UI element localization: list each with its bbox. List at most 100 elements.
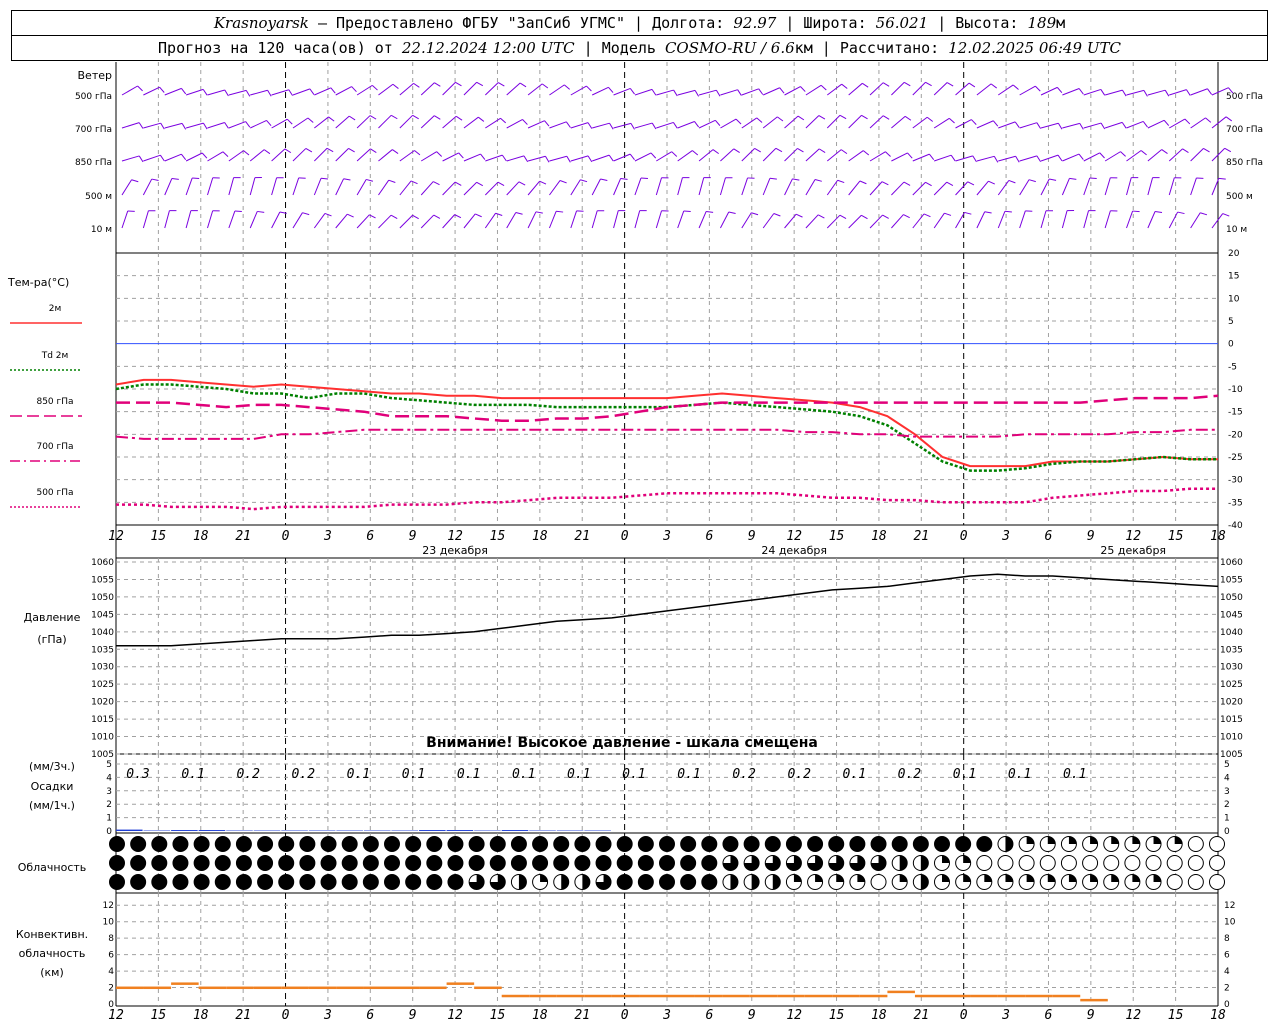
temp-series-line-4 — [116, 487, 1218, 511]
wind-barb-icon — [335, 86, 352, 96]
cloud-cover-icon — [320, 836, 337, 852]
cloud-cover-icon — [722, 874, 739, 890]
cloud-cover-icon — [532, 855, 549, 871]
cloud-fill — [638, 836, 654, 852]
temp-legend-label: 2м — [49, 304, 62, 314]
cloud-fill — [1153, 836, 1162, 844]
wind-barb-icon — [250, 89, 268, 96]
press-ytick-right: 1055 — [1220, 575, 1243, 585]
time-axis-bottom-tick-label: 6 — [1045, 1008, 1053, 1023]
cloud-cover-icon — [1209, 836, 1225, 852]
cloud-cover-icon — [595, 855, 612, 871]
wind-barb-icon — [313, 178, 322, 196]
wind-barb-icon — [549, 84, 565, 96]
wind-level-label-right: 700 гПа — [1226, 125, 1263, 135]
conv-bar — [391, 986, 420, 990]
wind-barb-icon — [506, 82, 521, 96]
wind-barb-icon — [692, 150, 699, 156]
cloud-cover-icon — [743, 855, 760, 871]
cloud-cover-icon — [1060, 855, 1077, 871]
cloud-fill — [772, 874, 781, 890]
conv-ytick-left: 10 — [103, 918, 115, 928]
cloud-cover-icon — [362, 855, 379, 871]
time-axis-bottom-tick-label: 18 — [1210, 1008, 1226, 1023]
wind-barb-icon — [263, 149, 271, 155]
wind-barb-icon — [131, 179, 139, 183]
wind-barb-icon — [348, 147, 355, 153]
cloud-fill — [553, 836, 569, 852]
wind-barb-icon — [484, 82, 499, 96]
conv-title-line: (км) — [40, 966, 64, 979]
cloud-fill — [236, 836, 252, 852]
wind-barb-icon — [677, 121, 695, 129]
cloud-cover-icon — [828, 855, 845, 871]
wind-barb-icon — [201, 152, 208, 159]
cloud-cover-icon — [214, 874, 231, 890]
wind-barb-icon — [869, 115, 884, 129]
wind-barb-icon — [1184, 118, 1191, 125]
conv-bar — [970, 994, 998, 998]
wind-barb-icon — [476, 181, 484, 187]
wind-barb-icon — [185, 210, 192, 229]
wind-barb-icon — [891, 152, 908, 162]
cloud-fill — [278, 855, 294, 871]
precip-bar — [198, 830, 226, 831]
wind-barb-icon — [388, 179, 396, 183]
cloud-cover-icon — [172, 874, 189, 890]
time-axis-top-tick-label: 9 — [409, 529, 417, 544]
wind-barb-icon — [1062, 153, 1080, 162]
wind-barb-icon — [741, 177, 749, 196]
wind-barb-icon — [955, 181, 969, 196]
wind-barb-icon — [839, 114, 847, 120]
wind-barb-icon — [762, 116, 778, 129]
cloud-fill — [172, 855, 188, 871]
wind-barb-icon — [929, 153, 935, 160]
wind-barb-icon — [313, 147, 328, 162]
wind-barb-icon — [288, 89, 294, 96]
cloud-cover-icon — [468, 855, 485, 871]
wind-barb-icon — [719, 211, 730, 229]
wind-barb-icon — [820, 84, 827, 91]
wind-barb-icon — [1019, 155, 1038, 162]
cloud-fill — [469, 855, 485, 871]
cloud-cover-icon — [405, 836, 422, 852]
wind-barb-icon — [378, 83, 394, 96]
wind-barb-icon — [613, 122, 632, 129]
cloud-cover-icon — [193, 836, 210, 852]
wind-barb-icon — [442, 181, 456, 196]
cloud-fill — [765, 836, 781, 852]
wind-barb-icon — [455, 81, 462, 87]
temp-ytick-right: -35 — [1228, 498, 1243, 508]
cloud-fill — [130, 836, 146, 852]
press-ytick-left: 1020 — [91, 698, 114, 708]
wind-barb-icon — [1164, 89, 1170, 97]
cloud-fill — [447, 836, 463, 852]
wind-barb-icon — [224, 89, 229, 97]
wind-barb-icon — [735, 118, 742, 125]
cloud-fill — [828, 836, 844, 852]
time-axis-top-tick-label: 6 — [366, 529, 374, 544]
press-ytick-right: 1045 — [1220, 610, 1243, 620]
cloud-cover-icon — [278, 836, 295, 852]
wind-barb-icon — [164, 178, 173, 196]
cloud-cover-icon — [489, 874, 506, 890]
cloud-cover-icon — [510, 874, 527, 890]
wind-barb-icon — [434, 115, 441, 120]
cloud-cover-icon — [934, 874, 950, 890]
wind-barb-icon — [609, 122, 614, 130]
time-axis-bottom-tick-label: 18 — [532, 1008, 548, 1023]
precip-bar — [446, 830, 474, 831]
cloud-cover-icon — [278, 855, 295, 871]
cloud-fill — [942, 855, 950, 863]
wind-barb-icon — [671, 151, 678, 157]
wind-barb-icon — [330, 87, 336, 94]
wind-barb-icon — [1034, 85, 1041, 92]
wind-barb-icon — [245, 121, 251, 128]
cloud-fill — [582, 874, 590, 890]
wind-barb-icon — [1083, 210, 1090, 229]
cloud-fill — [920, 855, 929, 871]
cloud-fill — [786, 836, 802, 852]
cloud-cover-icon — [257, 874, 274, 890]
wind-barb-icon — [976, 180, 989, 196]
time-axis-bottom-tick-label: 9 — [1087, 1008, 1095, 1023]
